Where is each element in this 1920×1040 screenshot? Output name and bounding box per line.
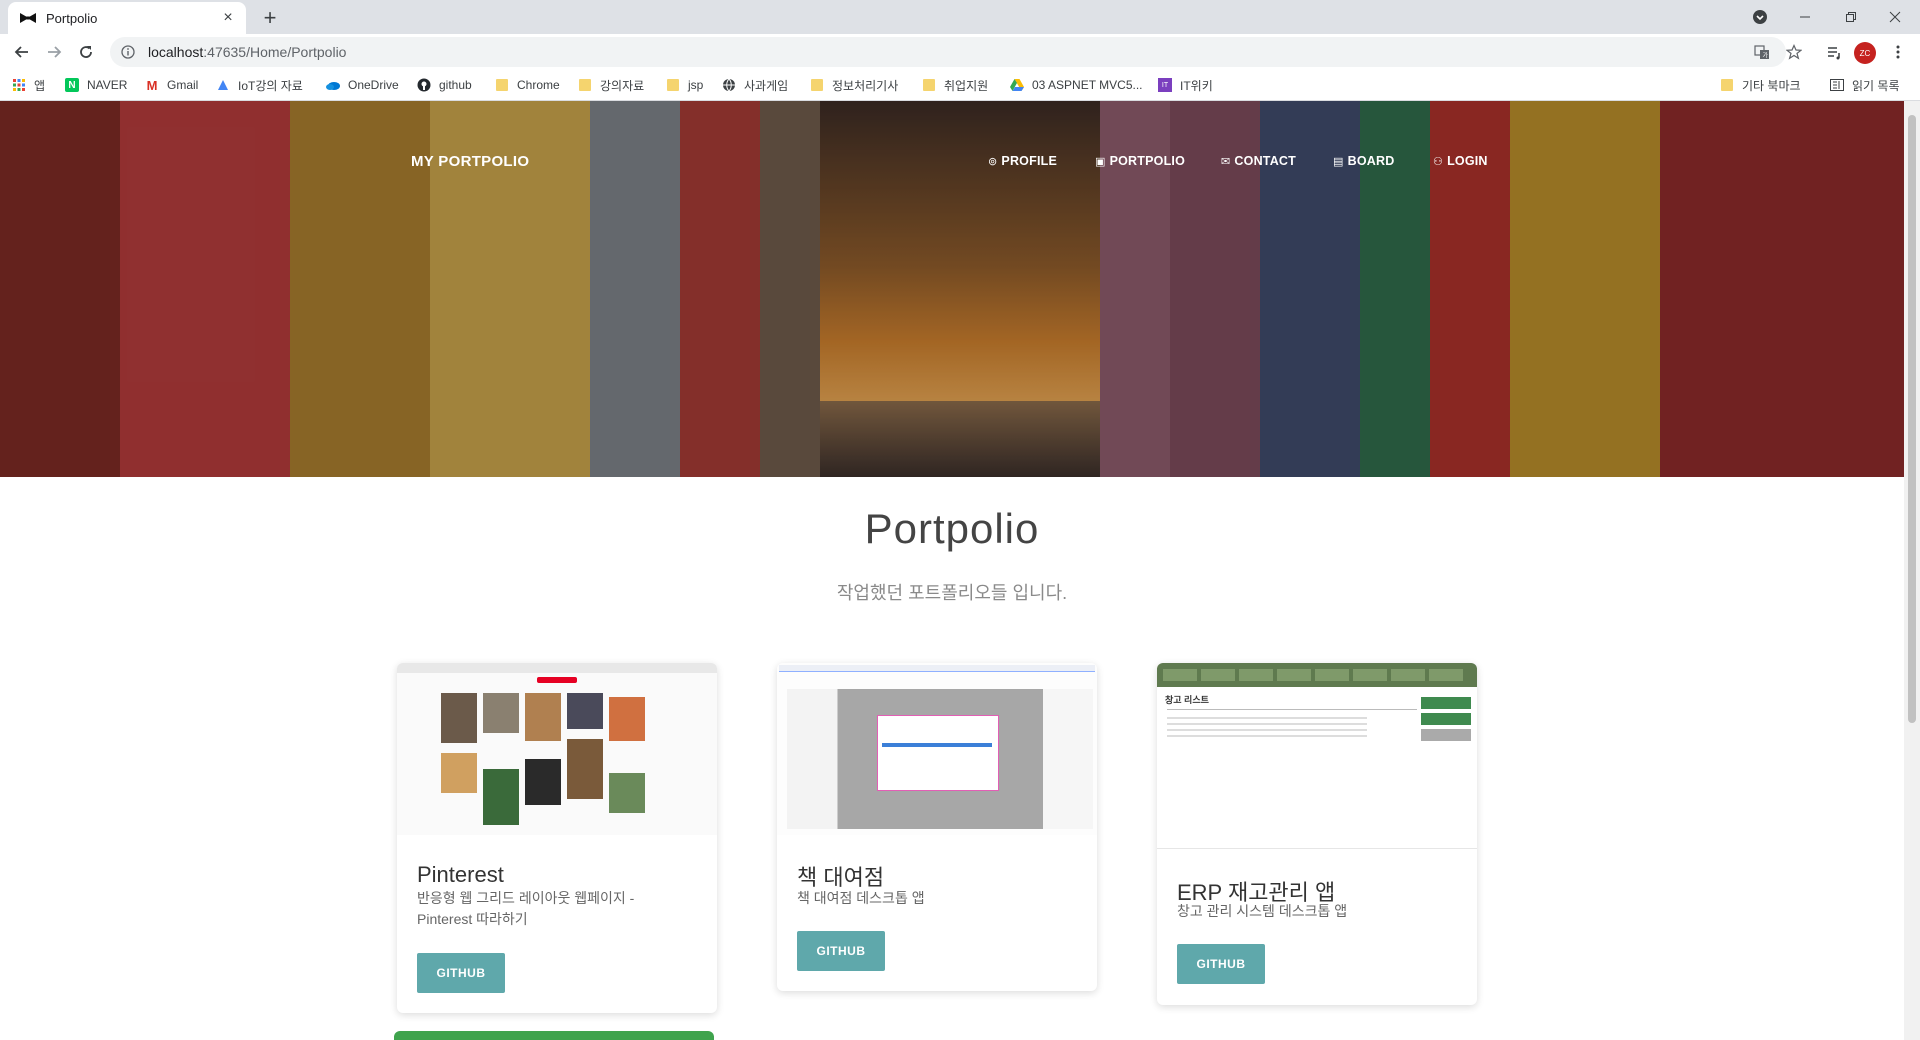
gmail-icon: M — [146, 77, 158, 93]
bookmark-chrome-folder[interactable]: Chrome — [495, 76, 560, 94]
card-thumbnail — [397, 663, 717, 835]
github-button[interactable]: GITHUB — [797, 931, 885, 971]
menu-kebab-icon[interactable] — [1888, 42, 1908, 62]
github-icon — [417, 78, 431, 92]
scrollbar-thumb[interactable] — [1908, 115, 1916, 723]
bookmark-jobs-folder[interactable]: 취업지원 — [922, 76, 988, 94]
back-icon[interactable] — [10, 40, 34, 64]
hero-overlay — [0, 101, 1904, 477]
section-subtitle: 작업했던 포트폴리오들 입니다. — [836, 583, 1068, 603]
card-description: 책 대여점 데스크톱 앱 — [797, 890, 925, 906]
page-scrollbar[interactable] — [1904, 101, 1920, 1040]
drive-icon — [216, 78, 230, 92]
site-brand[interactable]: MY PORTPOLIO — [411, 153, 529, 170]
browser-tab-active[interactable]: Portpolio × — [8, 2, 246, 34]
tab-strip: Portpolio × + — [0, 0, 1920, 34]
browser-toolbar: localhost:47635/Home/Portpolio 가 ZC — [0, 34, 1920, 70]
board-icon: ▤ — [1333, 155, 1344, 168]
restore-icon[interactable] — [1836, 0, 1866, 34]
onedrive-icon — [326, 78, 340, 92]
close-window-icon[interactable] — [1880, 0, 1910, 34]
folder-icon — [1720, 78, 1734, 92]
bookmark-certification-folder[interactable]: 정보처리기사 — [810, 76, 898, 94]
card-thumbnail — [777, 663, 1097, 835]
profile-avatar[interactable]: ZC — [1854, 42, 1876, 64]
minimize-icon[interactable] — [1790, 0, 1820, 34]
erp-thumb-heading: 창고 리스트 — [1165, 695, 1209, 705]
folder-icon — [495, 78, 509, 92]
card-thumbnail: 창고 리스트 — [1157, 663, 1477, 849]
bookmark-jsp-folder[interactable]: jsp — [666, 76, 703, 94]
tab-title: Portpolio — [46, 10, 98, 26]
apps-grid-icon — [12, 78, 26, 92]
bookmark-apps[interactable]: 앱 — [12, 76, 45, 94]
portfolio-card-erp: 창고 리스트 ERP 재고관리 앱 창고 관리 시스템 데스크톱 앱 GITHU… — [1157, 663, 1477, 1005]
reload-icon[interactable] — [74, 40, 98, 64]
address-bar[interactable]: localhost:47635/Home/Portpolio — [110, 37, 1786, 67]
bookmark-lecture-folder[interactable]: 강의자료 — [578, 76, 644, 94]
folder-icon — [922, 78, 936, 92]
bookmark-other-folder[interactable]: 기타 북마크 — [1720, 76, 1801, 94]
card-description: 창고 관리 시스템 데스크톱 앱 — [1177, 903, 1348, 919]
portfolio-card-next-peek — [394, 1031, 714, 1040]
github-button[interactable]: GITHUB — [417, 953, 505, 993]
globe-icon — [722, 78, 736, 92]
bookmark-github[interactable]: github — [417, 76, 472, 94]
forward-icon[interactable] — [42, 40, 66, 64]
portfolio-card-book-rental: 책 대여점 책 대여점 데스크톱 앱 GITHUB — [777, 663, 1097, 991]
nav-contact[interactable]: ✉ CONTACT — [1221, 154, 1296, 168]
card-title: Pinterest — [417, 862, 504, 887]
mail-icon: ✉ — [1221, 155, 1231, 168]
bookmark-aspnet[interactable]: 03 ASPNET MVC5... — [1010, 76, 1143, 94]
bookmark-gmail[interactable]: M Gmail — [145, 76, 199, 94]
folder-icon — [810, 78, 824, 92]
reading-list[interactable]: 읽기 목록 — [1830, 76, 1900, 94]
profile-icon: ⊚ — [988, 155, 998, 168]
nav-board[interactable]: ▤ BOARD — [1333, 154, 1394, 168]
bookmark-itwiki[interactable]: IT IT위키 — [1158, 76, 1213, 94]
github-button[interactable]: GITHUB — [1177, 944, 1265, 984]
url-text: localhost:47635/Home/Portpolio — [148, 44, 347, 60]
site-info-icon[interactable] — [120, 44, 136, 60]
folder-icon — [578, 78, 592, 92]
bookmark-apple-game[interactable]: 사과게임 — [722, 76, 788, 94]
tab-search-icon[interactable] — [1748, 0, 1772, 34]
nav-login[interactable]: ⚇ LOGIN — [1433, 154, 1488, 168]
page-viewport: MY PORTPOLIO ⊚ PROFILE ▣ PORTPOLIO ✉ CONTAC… — [0, 101, 1904, 1040]
folder-icon — [666, 78, 680, 92]
bookmark-star-icon[interactable] — [1784, 42, 1804, 62]
hero-banner: MY PORTPOLIO ⊚ PROFILE ▣ PORTPOLIO ✉ CONTAC… — [0, 101, 1904, 477]
translate-icon[interactable]: 가 — [1752, 42, 1772, 62]
reading-mode-icon[interactable] — [1824, 42, 1844, 62]
itwiki-icon: IT — [1158, 78, 1172, 92]
tab-close-icon[interactable]: × — [220, 9, 236, 27]
bookmark-naver[interactable]: N NAVER — [65, 76, 127, 94]
drive-icon — [1010, 78, 1024, 92]
svg-text:가: 가 — [1763, 52, 1769, 60]
card-description: 반응형 웹 그리드 레이아웃 웹페이지 - Pinterest 따라하기 — [417, 890, 635, 927]
naver-icon: N — [65, 78, 79, 92]
bow-tie-favicon-icon — [20, 10, 36, 26]
image-icon: ▣ — [1095, 155, 1106, 168]
bookmarks-bar: 앱 N NAVER M Gmail IoT강의 자료 OneDrive gith… — [0, 70, 1920, 101]
new-tab-button[interactable]: + — [256, 4, 284, 32]
nav-profile[interactable]: ⊚ PROFILE — [988, 154, 1057, 168]
bookmark-onedrive[interactable]: OneDrive — [326, 76, 399, 94]
reading-list-icon — [1830, 78, 1844, 92]
bookmark-iot[interactable]: IoT강의 자료 — [216, 76, 303, 94]
user-icon: ⚇ — [1433, 155, 1444, 168]
portfolio-card-pinterest: Pinterest 반응형 웹 그리드 레이아웃 웹페이지 - Pinteres… — [397, 663, 717, 1013]
section-title: Portpolio — [864, 505, 1040, 552]
nav-portpolio[interactable]: ▣ PORTPOLIO — [1095, 154, 1185, 168]
